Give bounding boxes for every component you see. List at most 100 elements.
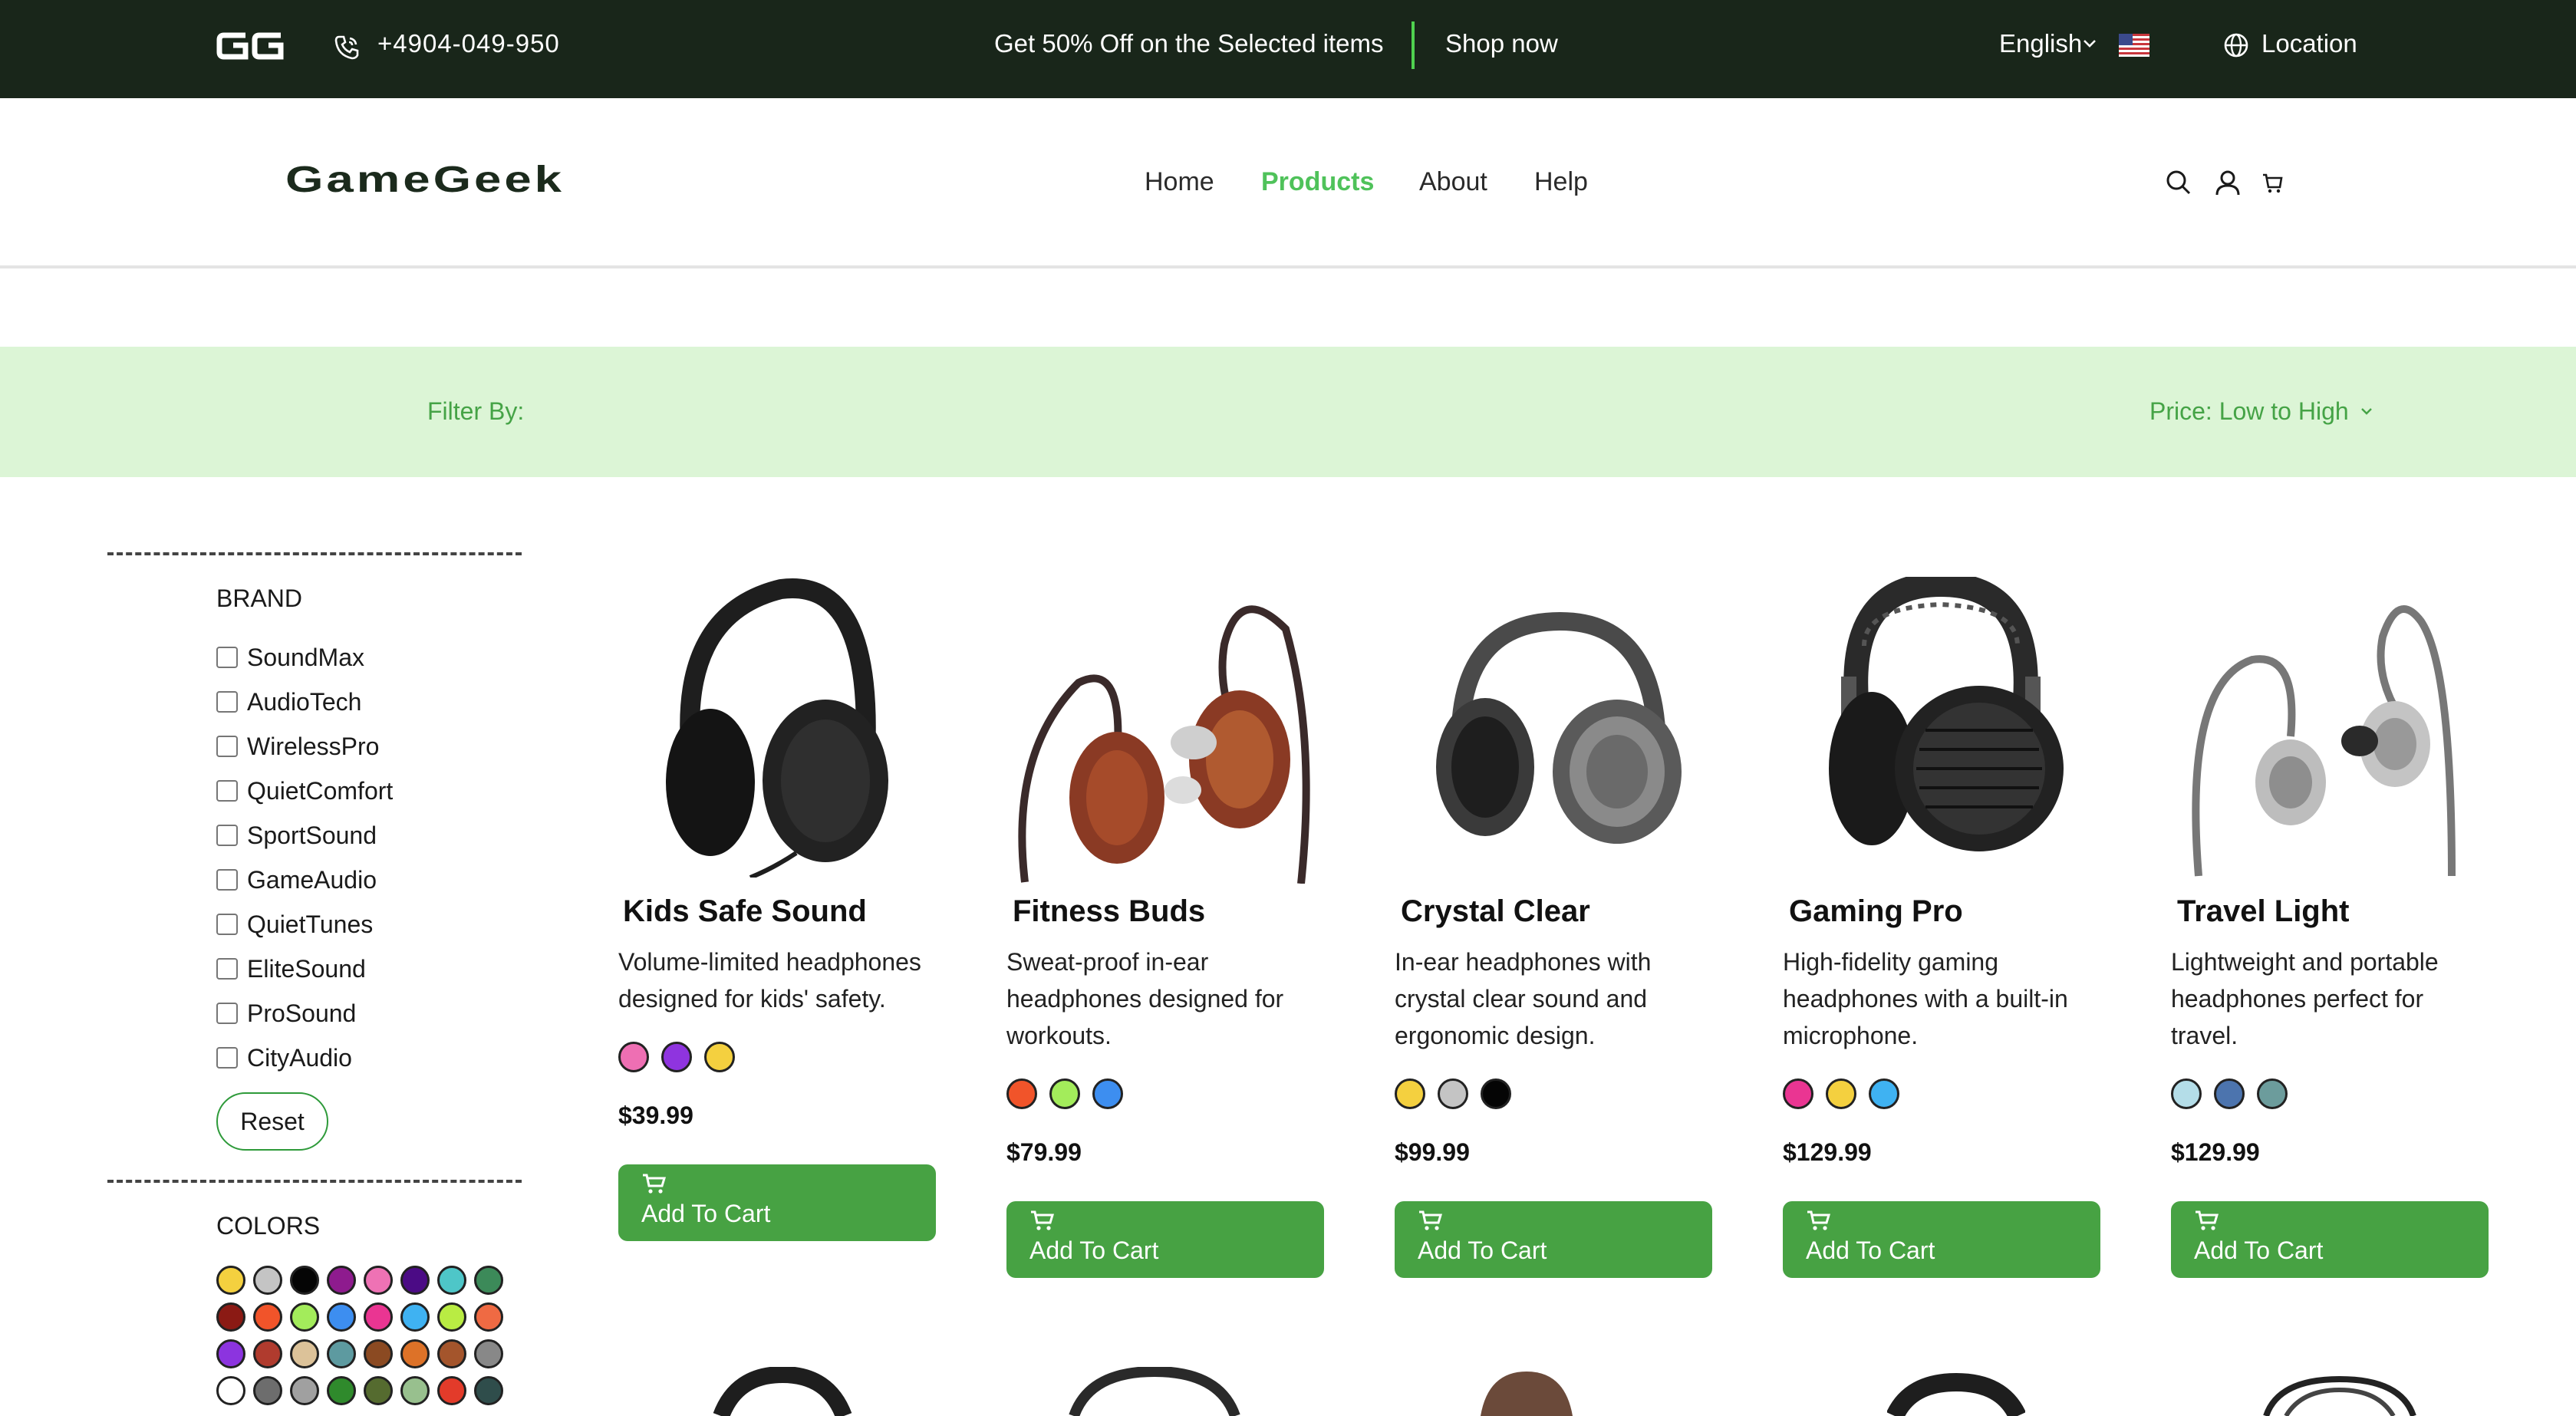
product-name[interactable]: Gaming Pro — [1789, 894, 1963, 929]
color-swatch[interactable] — [290, 1266, 319, 1295]
nav-help[interactable]: Help — [1534, 167, 1588, 197]
reset-button[interactable]: Reset — [216, 1092, 328, 1151]
cart-icon[interactable] — [2261, 169, 2283, 196]
color-swatch[interactable] — [400, 1266, 430, 1295]
headphones-thumbnail-icon[interactable] — [1473, 1367, 1580, 1416]
search-icon[interactable] — [2165, 169, 2192, 196]
color-swatch[interactable] — [474, 1339, 503, 1368]
headphones-thumbnail-icon[interactable] — [1887, 1367, 2025, 1416]
us-flag-icon[interactable] — [2119, 34, 2149, 57]
color-swatch[interactable] — [290, 1339, 319, 1368]
location-link[interactable]: Location — [2261, 29, 2357, 58]
nav-about[interactable]: About — [1419, 167, 1487, 197]
color-swatch[interactable] — [327, 1376, 356, 1405]
product-name[interactable]: Travel Light — [2177, 894, 2350, 929]
color-option[interactable] — [661, 1042, 692, 1072]
headphones-thumbnail-icon[interactable] — [706, 1367, 859, 1416]
color-swatch[interactable] — [216, 1266, 245, 1295]
brand-filter-gameaudio[interactable]: GameAudio — [216, 864, 377, 895]
color-option[interactable] — [1481, 1078, 1511, 1109]
color-option[interactable] — [1049, 1078, 1080, 1109]
brand-filter-sportsound[interactable]: SportSound — [216, 820, 377, 851]
checkbox[interactable] — [216, 1047, 238, 1069]
checkbox[interactable] — [216, 869, 238, 891]
product-name[interactable]: Fitness Buds — [1013, 894, 1205, 929]
add-to-cart-button[interactable]: Add To Cart — [1783, 1201, 2100, 1278]
color-option[interactable] — [1092, 1078, 1123, 1109]
color-swatch[interactable] — [253, 1376, 282, 1405]
brand-filter-quiettunes[interactable]: QuietTunes — [216, 909, 373, 940]
color-swatch[interactable] — [327, 1266, 356, 1295]
brand-filter-cityaudio[interactable]: CityAudio — [216, 1042, 352, 1073]
product-name[interactable]: Kids Safe Sound — [623, 894, 867, 929]
chevron-down-icon[interactable] — [2082, 38, 2097, 49]
add-to-cart-button[interactable]: Add To Cart — [2171, 1201, 2489, 1278]
color-swatch[interactable] — [216, 1339, 245, 1368]
color-swatch[interactable] — [437, 1302, 466, 1332]
brand-filter-audiotech[interactable]: AudioTech — [216, 687, 361, 717]
add-to-cart-button[interactable]: Add To Cart — [1006, 1201, 1324, 1278]
add-to-cart-button[interactable]: Add To Cart — [618, 1164, 936, 1241]
chevron-down-icon[interactable] — [2360, 407, 2373, 416]
color-swatch[interactable] — [474, 1266, 503, 1295]
closed-back-headphones-icon[interactable] — [1399, 591, 1714, 891]
color-option[interactable] — [2171, 1078, 2202, 1109]
checkbox[interactable] — [216, 691, 238, 713]
color-option[interactable] — [1783, 1078, 1813, 1109]
brand-filter-soundmax[interactable]: SoundMax — [216, 642, 364, 673]
language-selector[interactable]: English — [1999, 29, 2082, 58]
color-swatch[interactable] — [253, 1266, 282, 1295]
color-option[interactable] — [1826, 1078, 1856, 1109]
headphones-thumbnail-icon[interactable] — [1059, 1367, 1250, 1416]
color-swatch[interactable] — [437, 1339, 466, 1368]
over-ear-headphones-icon[interactable] — [620, 577, 934, 878]
color-swatch[interactable] — [253, 1302, 282, 1332]
color-swatch[interactable] — [364, 1376, 393, 1405]
checkbox[interactable] — [216, 914, 238, 935]
brand-filter-elitesound[interactable]: EliteSound — [216, 953, 366, 984]
color-swatch[interactable] — [437, 1376, 466, 1405]
brand-filter-wirelesspro[interactable]: WirelessPro — [216, 731, 379, 762]
color-option[interactable] — [1006, 1078, 1037, 1109]
color-swatch[interactable] — [400, 1302, 430, 1332]
color-swatch[interactable] — [290, 1302, 319, 1332]
color-option[interactable] — [1438, 1078, 1468, 1109]
brand-filter-prosound[interactable]: ProSound — [216, 998, 356, 1029]
color-swatch[interactable] — [290, 1376, 319, 1405]
checkbox[interactable] — [216, 1003, 238, 1024]
user-icon[interactable] — [2214, 169, 2242, 196]
color-option[interactable] — [1395, 1078, 1425, 1109]
product-name[interactable]: Crystal Clear — [1401, 894, 1590, 929]
color-swatch[interactable] — [364, 1302, 393, 1332]
color-option[interactable] — [2214, 1078, 2245, 1109]
color-swatch[interactable] — [327, 1339, 356, 1368]
color-swatch[interactable] — [474, 1302, 503, 1332]
color-swatch[interactable] — [253, 1339, 282, 1368]
checkbox[interactable] — [216, 647, 238, 668]
brand-filter-quietcomfort[interactable]: QuietComfort — [216, 776, 393, 806]
shop-now-link[interactable]: Shop now — [1445, 29, 1558, 58]
headphones-thumbnail-icon[interactable] — [2255, 1367, 2424, 1416]
checkbox[interactable] — [216, 780, 238, 802]
color-swatch[interactable] — [400, 1376, 430, 1405]
gamegeek-logo[interactable]: GameGeek — [285, 161, 569, 199]
checkbox[interactable] — [216, 825, 238, 846]
color-swatch[interactable] — [474, 1376, 503, 1405]
nav-products[interactable]: Products — [1261, 167, 1374, 197]
earbud-icon[interactable] — [2176, 591, 2490, 891]
planar-headphones-icon[interactable] — [1787, 577, 2102, 878]
color-option[interactable] — [2257, 1078, 2288, 1109]
color-swatch[interactable] — [364, 1339, 393, 1368]
color-swatch[interactable] — [437, 1266, 466, 1295]
gg-logo-icon[interactable] — [216, 31, 285, 61]
checkbox[interactable] — [216, 736, 238, 757]
checkbox[interactable] — [216, 958, 238, 980]
color-swatch[interactable] — [327, 1302, 356, 1332]
sort-dropdown[interactable]: Price: Low to High — [2149, 397, 2349, 426]
globe-icon[interactable] — [2223, 32, 2249, 58]
color-option[interactable] — [618, 1042, 649, 1072]
color-swatch[interactable] — [216, 1376, 245, 1405]
in-ear-monitors-icon[interactable] — [1010, 583, 1324, 884]
color-swatch[interactable] — [400, 1339, 430, 1368]
nav-home[interactable]: Home — [1145, 167, 1214, 197]
